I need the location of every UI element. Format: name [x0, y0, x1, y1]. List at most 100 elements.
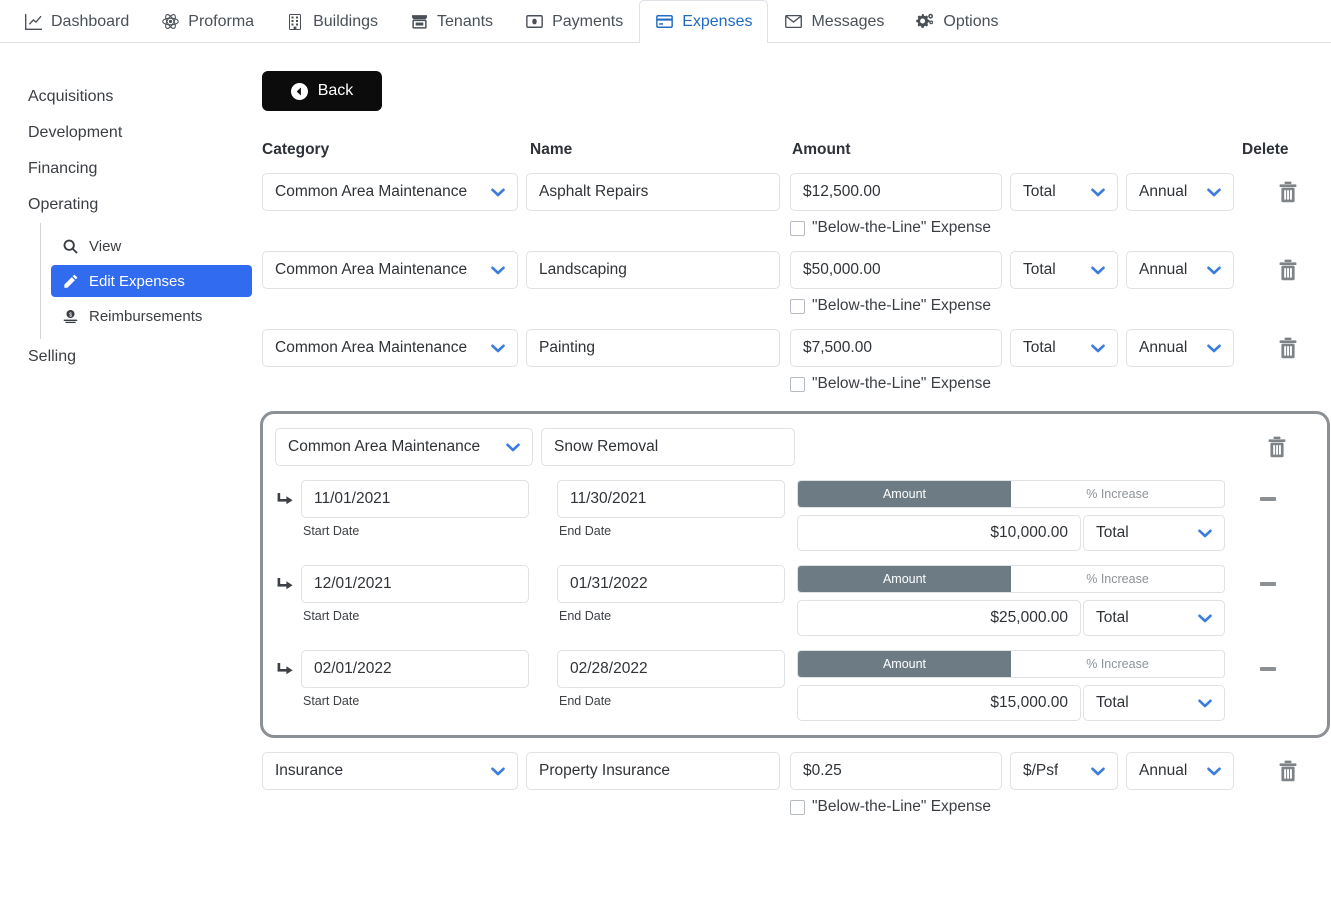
schedule-unit-select[interactable]: Total — [1083, 685, 1225, 721]
trash-icon[interactable] — [1278, 259, 1298, 281]
sidebar-item-operating[interactable]: Operating — [0, 187, 260, 223]
sidebar-subnav-operating: View Edit Expenses $ Reimbursements — [40, 223, 260, 339]
expense-unit-select[interactable]: Total — [1010, 329, 1118, 367]
end-date-label: End Date — [559, 524, 612, 538]
below-the-line-checkbox[interactable] — [790, 799, 805, 815]
amount-block: Amount % Increase $25,000.00 Total — [797, 565, 1225, 636]
schedule-amount-input[interactable]: $10,000.00 — [797, 515, 1081, 551]
sidebar-item-label: Development — [28, 124, 123, 141]
expense-name-input[interactable]: Snow Removal — [541, 428, 795, 466]
tab-payments[interactable]: Payments — [509, 0, 639, 42]
start-date-input[interactable]: 11/01/2021 — [301, 480, 529, 518]
page-body: Acquisitions Development Financing Opera… — [0, 43, 1331, 914]
sidebar-subitem-reimbursements[interactable]: $ Reimbursements — [51, 300, 252, 332]
expense-row-group: Common Area Maintenance Painting $7,500.… — [260, 329, 1331, 393]
trash-icon[interactable] — [1278, 181, 1298, 203]
schedule-unit-select[interactable]: Total — [1083, 515, 1225, 551]
sidebar-item-selling[interactable]: Selling — [0, 339, 260, 375]
back-button[interactable]: Back — [262, 71, 382, 111]
minus-icon[interactable] — [1260, 497, 1276, 501]
sidebar-subitem-edit-expenses[interactable]: Edit Expenses — [51, 265, 252, 297]
category-select[interactable]: Common Area Maintenance — [262, 251, 518, 289]
sidebar-subitem-label: Edit Expenses — [89, 272, 185, 290]
chevron-down-icon — [1207, 265, 1221, 275]
below-the-line-checkbox[interactable] — [790, 298, 805, 314]
toggle-amount[interactable]: Amount — [798, 651, 1011, 677]
tab-label: Tenants — [437, 12, 494, 30]
minus-icon[interactable] — [1260, 667, 1276, 671]
expense-unit-value: Total — [1023, 261, 1056, 278]
sidebar: Acquisitions Development Financing Opera… — [0, 43, 260, 914]
below-the-line-checkbox[interactable] — [790, 220, 805, 236]
below-the-line-row: "Below-the-Line" Expense — [790, 375, 1331, 393]
amount-block: Amount % Increase $10,000.00 Total — [797, 480, 1225, 551]
expense-amount-input[interactable]: $12,500.00 — [790, 173, 1002, 211]
category-select[interactable]: Common Area Maintenance — [262, 173, 518, 211]
expense-unit-value: Total — [1023, 183, 1056, 200]
category-select[interactable]: Insurance — [262, 752, 518, 790]
money-card-icon — [525, 13, 543, 31]
expense-group-header: Common Area Maintenance Snow Removal — [271, 428, 1317, 466]
tab-expenses[interactable]: Expenses — [639, 0, 769, 43]
expense-name-input[interactable]: Painting — [526, 329, 780, 367]
tab-tenants[interactable]: Tenants — [394, 0, 509, 42]
below-the-line-label: "Below-the-Line" Expense — [812, 375, 992, 392]
remove-schedule-cell — [1225, 650, 1317, 688]
tab-options[interactable]: Options — [900, 0, 1014, 42]
schedule-unit-select[interactable]: Total — [1083, 600, 1225, 636]
schedule-unit-value: Total — [1096, 694, 1129, 711]
tab-dashboard[interactable]: Dashboard — [8, 0, 145, 42]
sidebar-item-acquisitions[interactable]: Acquisitions — [0, 79, 260, 115]
expense-frequency-select[interactable]: Annual — [1126, 173, 1234, 211]
sidebar-subitem-view[interactable]: View — [51, 230, 252, 262]
amount-mode-toggle: Amount % Increase — [797, 650, 1225, 678]
toggle-amount[interactable]: Amount — [798, 481, 1011, 507]
schedule-amount-input[interactable]: $25,000.00 — [797, 600, 1081, 636]
sidebar-item-development[interactable]: Development — [0, 115, 260, 151]
expense-name-input[interactable]: Asphalt Repairs — [526, 173, 780, 211]
category-select[interactable]: Common Area Maintenance — [275, 428, 533, 466]
start-date-input[interactable]: 02/01/2022 — [301, 650, 529, 688]
toggle-amount[interactable]: Amount — [798, 566, 1011, 592]
expense-unit-select[interactable]: $/Psf — [1010, 752, 1118, 790]
end-date-input[interactable]: 02/28/2022 — [557, 650, 785, 688]
toggle-percent-increase[interactable]: % Increase — [1011, 566, 1224, 592]
expense-frequency-select[interactable]: Annual — [1126, 251, 1234, 289]
pencil-icon — [61, 272, 79, 290]
chevron-down-icon — [491, 343, 505, 353]
expense-amount-input[interactable]: $7,500.00 — [790, 329, 1002, 367]
expense-unit-select[interactable]: Total — [1010, 173, 1118, 211]
toggle-percent-increase[interactable]: % Increase — [1011, 481, 1224, 507]
toggle-percent-increase[interactable]: % Increase — [1011, 651, 1224, 677]
expense-group-selected: Common Area Maintenance Snow Removal 11/… — [260, 411, 1330, 738]
tab-buildings[interactable]: Buildings — [270, 0, 394, 42]
end-date-input[interactable]: 01/31/2022 — [557, 565, 785, 603]
expense-frequency-select[interactable]: Annual — [1126, 329, 1234, 367]
expense-name-input[interactable]: Property Insurance — [526, 752, 780, 790]
start-date-input[interactable]: 12/01/2021 — [301, 565, 529, 603]
expense-amount-input[interactable]: $50,000.00 — [790, 251, 1002, 289]
expense-frequency-value: Annual — [1139, 339, 1188, 356]
expense-unit-select[interactable]: Total — [1010, 251, 1118, 289]
below-the-line-checkbox[interactable] — [790, 376, 805, 392]
end-date-input[interactable]: 11/30/2021 — [557, 480, 785, 518]
start-date-cell: 12/01/2021 Start Date — [301, 565, 529, 623]
minus-icon[interactable] — [1260, 582, 1276, 586]
trash-icon[interactable] — [1267, 436, 1287, 458]
start-date-label: Start Date — [303, 609, 360, 623]
below-the-line-row: "Below-the-Line" Expense — [790, 219, 1331, 237]
tab-proforma[interactable]: Proforma — [145, 0, 270, 42]
tab-messages[interactable]: Messages — [768, 0, 900, 42]
expense-name-input[interactable]: Landscaping — [526, 251, 780, 289]
trash-icon[interactable] — [1278, 337, 1298, 359]
expense-name-value: Asphalt Repairs — [539, 183, 649, 200]
trash-icon[interactable] — [1278, 760, 1298, 782]
chevron-down-icon — [506, 442, 520, 452]
sidebar-item-label: Operating — [28, 196, 99, 213]
category-select[interactable]: Common Area Maintenance — [262, 329, 518, 367]
schedule-amount-input[interactable]: $15,000.00 — [797, 685, 1081, 721]
expense-amount-input[interactable]: $0.25 — [790, 752, 1002, 790]
column-header-delete: Delete — [1242, 141, 1289, 158]
sidebar-item-financing[interactable]: Financing — [0, 151, 260, 187]
expense-frequency-select[interactable]: Annual — [1126, 752, 1234, 790]
